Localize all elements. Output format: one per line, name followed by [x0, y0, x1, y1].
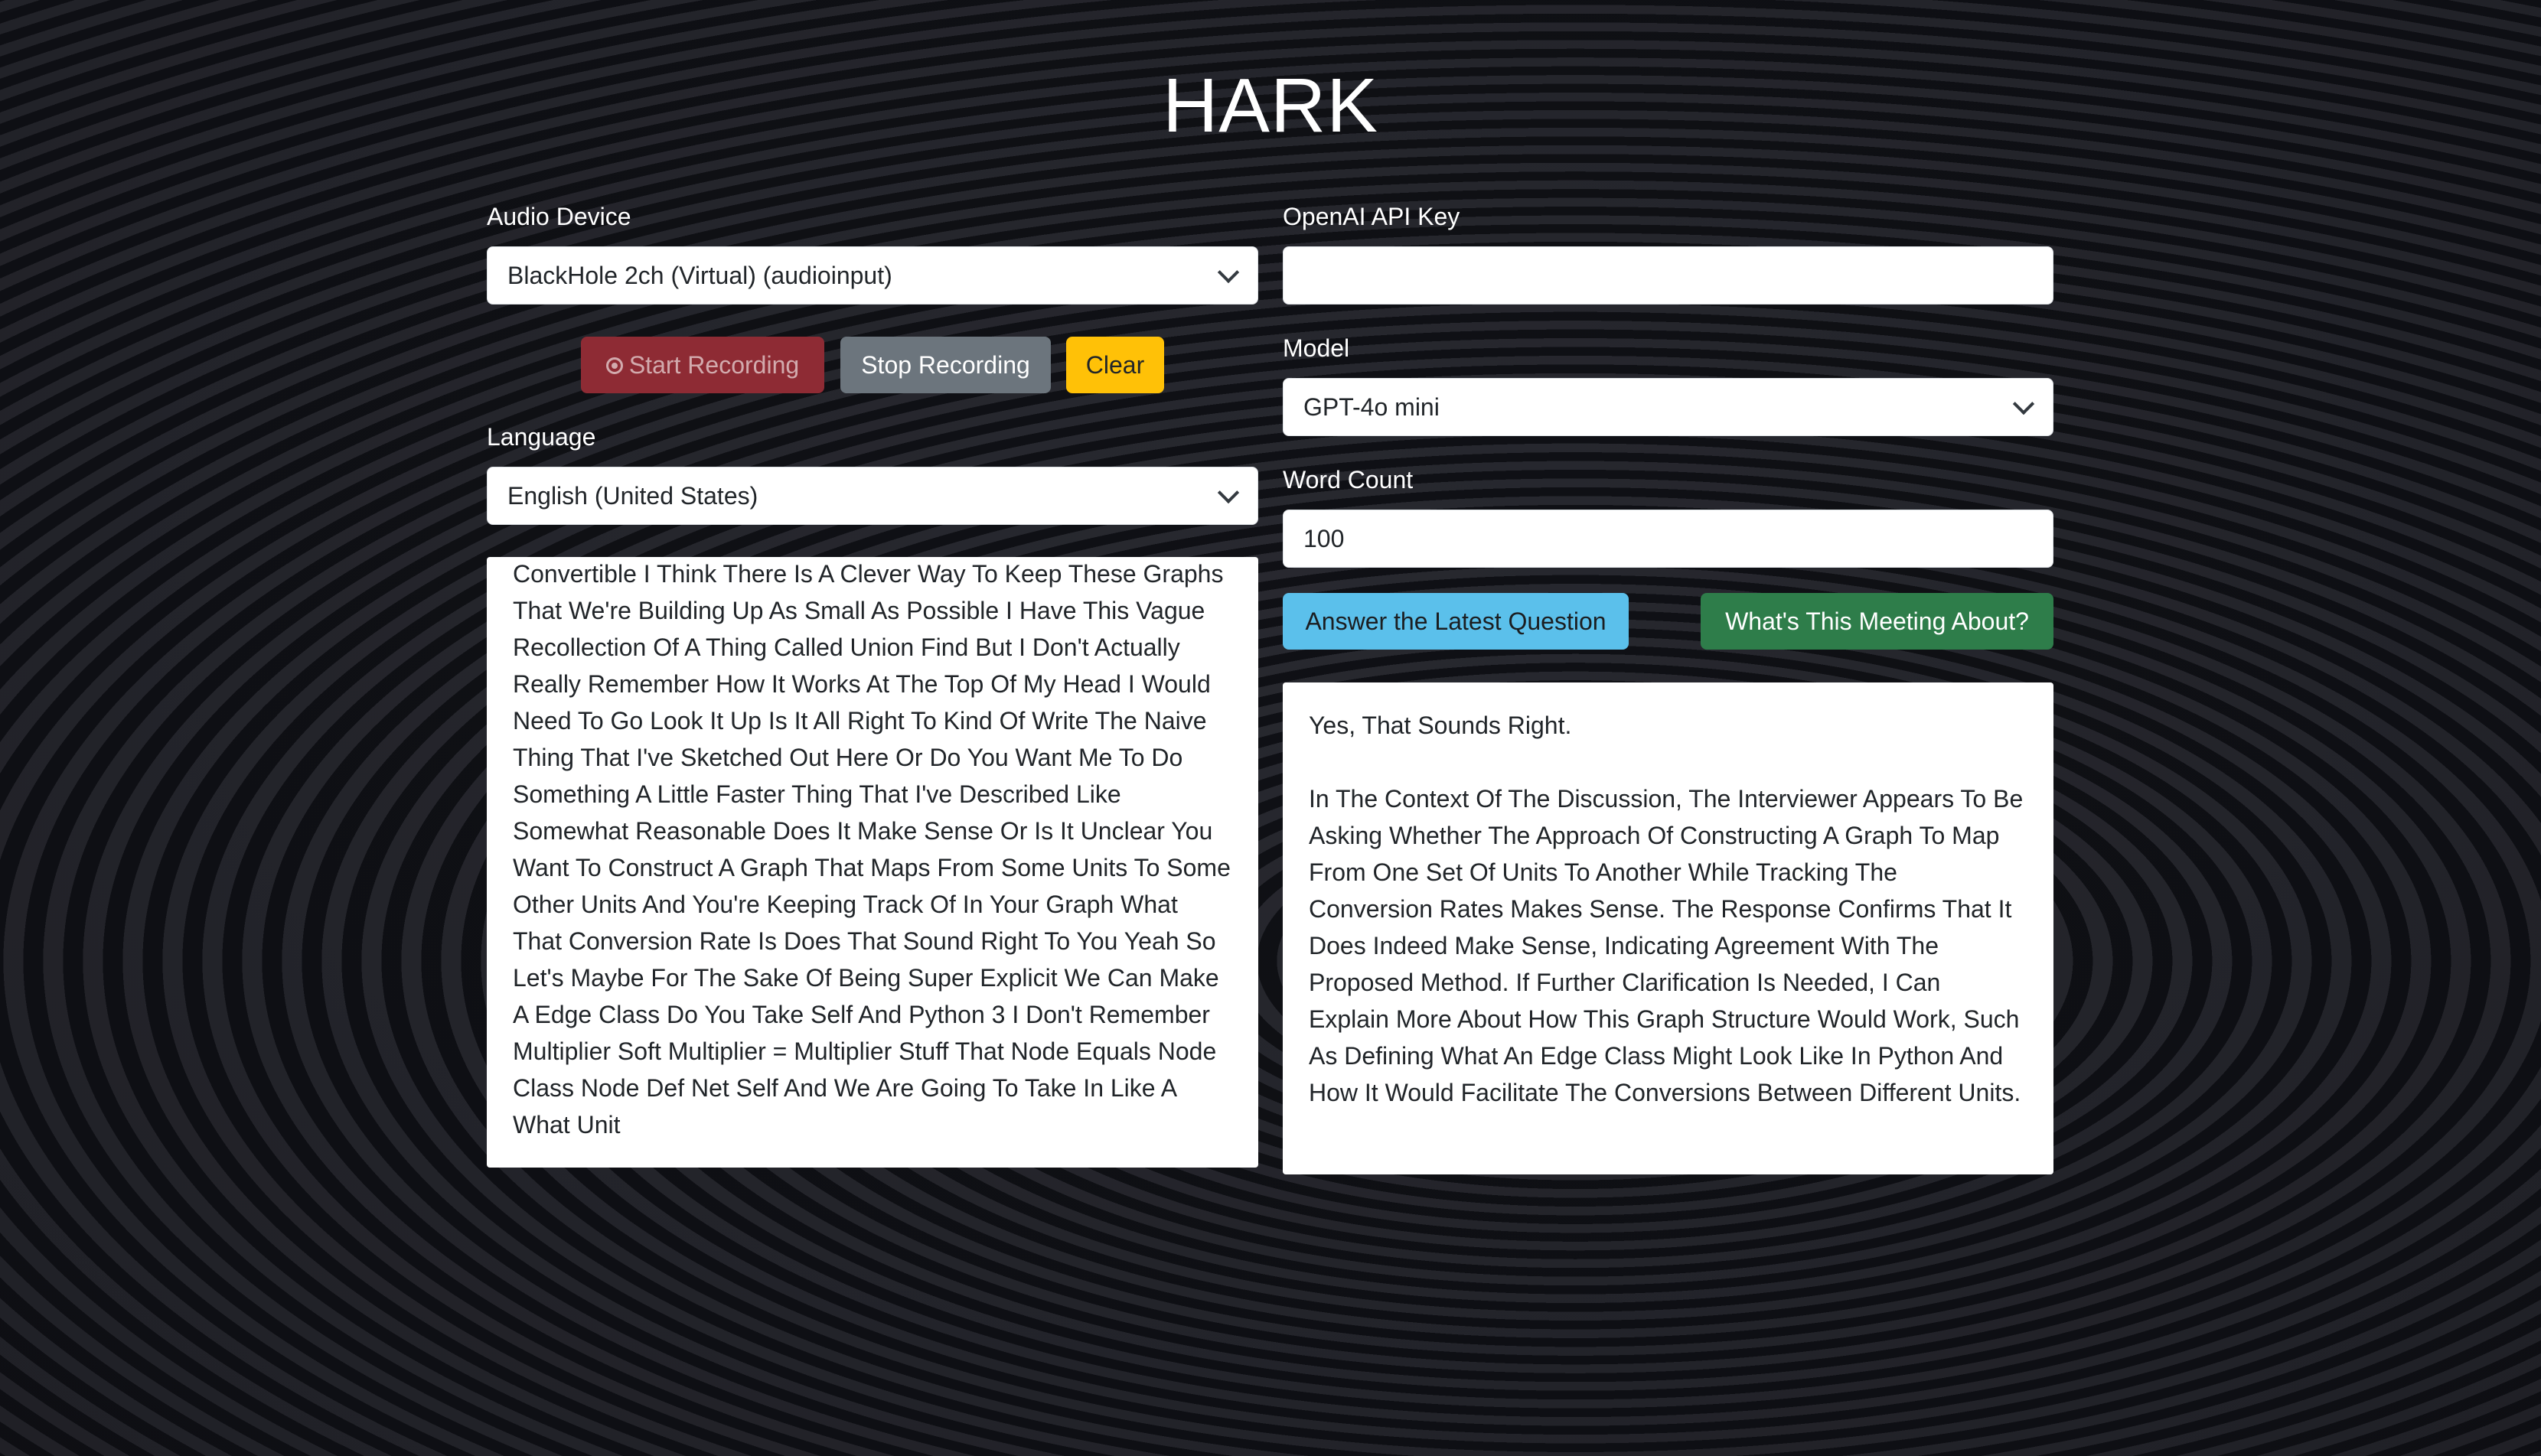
transcript-text: Convertible I Think There Is A Clever Wa… [513, 560, 1231, 1138]
audio-device-value: BlackHole 2ch (Virtual) (audioinput) [507, 262, 892, 289]
word-count-label: Word Count [1283, 466, 1414, 493]
chevron-down-icon [1217, 481, 1240, 504]
record-icon [605, 357, 623, 374]
response-output: Yes, That Sounds Right. In The Context O… [1283, 682, 2053, 1174]
stop-recording-button[interactable]: Stop Recording [840, 337, 1051, 393]
transcript-textarea[interactable]: Convertible I Think There Is A Clever Wa… [487, 557, 1258, 1168]
language-select[interactable]: English (United States) [487, 467, 1258, 525]
meeting-summary-button[interactable]: What's This Meeting About? [1701, 593, 2053, 650]
language-value: English (United States) [507, 482, 758, 510]
model-label: Model [1283, 334, 1350, 362]
audio-device-select[interactable]: BlackHole 2ch (Virtual) (audioinput) [487, 246, 1258, 305]
api-key-label: OpenAI API Key [1283, 203, 1460, 230]
chevron-down-icon [1217, 261, 1240, 284]
start-recording-label: Start Recording [628, 351, 800, 379]
response-first-line: Yes, That Sounds Right. [1309, 712, 1572, 739]
answer-question-button[interactable]: Answer the Latest Question [1283, 593, 1629, 650]
start-recording-button[interactable]: Start Recording [581, 337, 824, 393]
api-key-input[interactable] [1283, 246, 2053, 305]
model-select[interactable]: GPT-4o mini [1283, 378, 2053, 436]
page-title: HARK [1163, 63, 1378, 148]
word-count-input[interactable]: 100 [1283, 510, 2053, 568]
model-value: GPT-4o mini [1303, 393, 1440, 421]
app-container: HARK Audio Device BlackHole 2ch (Virtual… [0, 0, 2541, 1456]
response-body: In The Context Of The Discussion, The In… [1309, 785, 2024, 1106]
language-label: Language [487, 423, 596, 451]
clear-button[interactable]: Clear [1066, 337, 1164, 393]
audio-device-label: Audio Device [487, 203, 631, 230]
chevron-down-icon [2012, 393, 2035, 415]
